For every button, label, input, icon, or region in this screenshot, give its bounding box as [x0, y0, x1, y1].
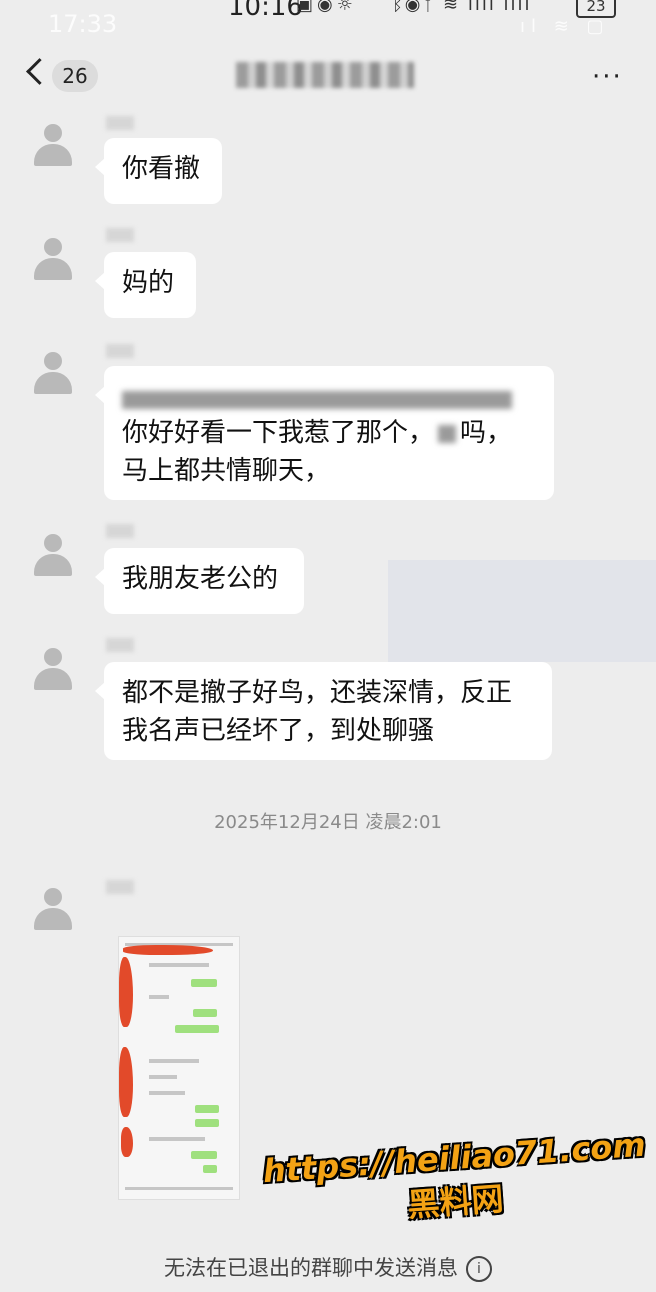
more-dots-icon[interactable]: ··· — [592, 62, 623, 92]
message-bubble[interactable]: 妈的 — [95, 252, 196, 318]
unread-count-badge[interactable]: 26 — [52, 60, 98, 92]
status-bar: 17:33 10:16 ▣◉☼ ᛒ◉ᛘ ≋ ıllı ıllı ıl ≋ ▢ 2… — [0, 0, 656, 44]
avatar-placeholder-icon[interactable] — [30, 886, 76, 932]
sender-name-redacted — [106, 116, 134, 130]
status-time: 10:16 — [228, 0, 303, 22]
message-bubble[interactable]: 都不是撤子好鸟，还装深情，反正 我名声已经坏了，到处聊骚 — [95, 662, 552, 760]
chat-header: 26 ··· — [0, 44, 656, 104]
message-bubble[interactable]: 你好好看一下我惹了那个， 吗， 马上都共情聊天， — [95, 366, 554, 500]
sender-name-redacted — [106, 638, 134, 652]
chat-title-redacted — [236, 62, 414, 88]
message-bubble[interactable]: 你看撤 — [95, 138, 222, 204]
message-text-line: 你好好看一下我惹了那个， 吗， — [122, 418, 513, 448]
message-text: 你看撤 — [122, 154, 201, 184]
avatar-placeholder-icon[interactable] — [30, 532, 76, 578]
notice-text: 无法在已退出的群聊中发送消息 — [164, 1256, 458, 1280]
avatar-placeholder-icon[interactable] — [30, 236, 76, 282]
sender-name-redacted — [106, 524, 134, 538]
status-app-icons: ▣◉☼ — [296, 0, 357, 15]
sender-name-redacted — [106, 228, 134, 242]
avatar-placeholder-icon[interactable] — [30, 350, 76, 396]
sender-name-redacted — [106, 880, 134, 894]
sender-name-redacted — [106, 344, 134, 358]
status-signal-icons: ᛒ◉ᛘ ≋ ıllı ıllı — [392, 0, 532, 15]
message-text-line: 我名声已经坏了，到处聊骚 — [122, 716, 435, 746]
chat-timestamp: 2025年12月24日 凌晨2:01 — [214, 812, 442, 833]
overlay-patch — [388, 560, 656, 662]
message-text-line: 马上都共情聊天， — [122, 456, 331, 486]
message-bubble[interactable]: 我朋友老公的 — [95, 548, 304, 614]
footer-notice: 无法在已退出的群聊中发送消息 i — [0, 1252, 656, 1292]
ghost-status-time: 17:33 — [48, 10, 118, 38]
battery-icon: 23 — [576, 0, 616, 18]
watermark: https://heiliao71.com 黑料网 — [262, 1125, 647, 1235]
avatar-placeholder-icon[interactable] — [30, 646, 76, 692]
ghost-signal-icons: ıl ≋ ▢ — [520, 16, 610, 37]
message-text-line: 都不是撤子好鸟，还装深情，反正 — [122, 678, 513, 708]
avatar-placeholder-icon[interactable] — [30, 122, 76, 168]
message-text: 我朋友老公的 — [122, 564, 279, 594]
image-message-screenshot[interactable] — [118, 936, 240, 1200]
back-chevron-icon — [26, 58, 53, 85]
info-circle-icon[interactable]: i — [466, 1256, 492, 1282]
redacted-line — [122, 380, 536, 414]
message-text: 妈的 — [122, 268, 175, 298]
